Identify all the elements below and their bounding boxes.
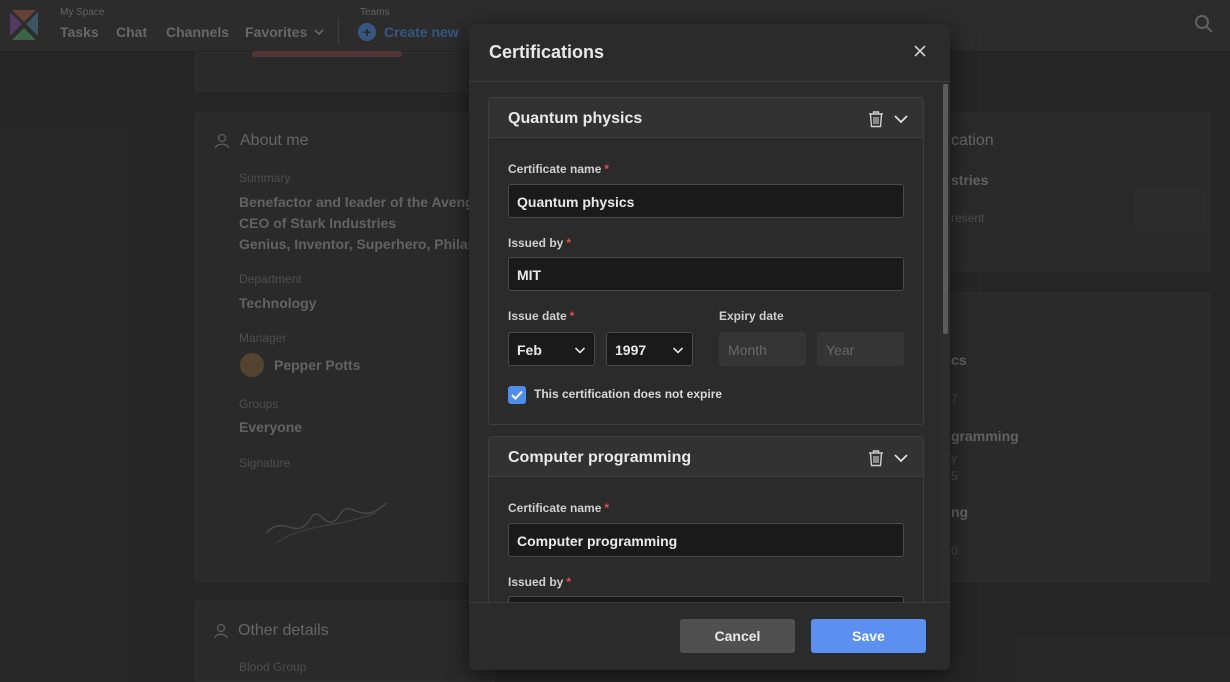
required-mark: * xyxy=(566,575,572,589)
issued-by-label: Issued by * xyxy=(508,575,571,589)
certifications-dialog: Certifications Quantum physics Certifica… xyxy=(469,24,950,670)
checkmark-icon xyxy=(511,390,523,400)
issued-by-label-text: Issued by xyxy=(508,236,564,250)
trash-icon[interactable] xyxy=(867,110,885,128)
dialog-header: Certifications xyxy=(469,24,950,82)
dialog-body[interactable]: Quantum physics Certificate name * Quantu… xyxy=(469,82,950,602)
chevron-down-icon xyxy=(672,347,684,354)
section-title: Quantum physics xyxy=(508,110,643,127)
certificate-name-label: Certificate name * xyxy=(508,501,609,515)
close-icon[interactable] xyxy=(913,44,927,58)
required-mark: * xyxy=(604,501,610,515)
no-expire-checkbox[interactable] xyxy=(508,386,526,404)
issued-by-label-text: Issued by xyxy=(508,575,564,589)
expiry-date-label: Expiry date xyxy=(719,309,784,323)
dialog-title: Certifications xyxy=(489,42,605,62)
cancel-button[interactable]: Cancel xyxy=(680,619,795,653)
scrollbar-thumb[interactable] xyxy=(943,84,948,334)
expiry-year-select: Year xyxy=(817,332,904,366)
trash-icon[interactable] xyxy=(867,449,885,467)
certification-section: Computer programming Certificate name * C… xyxy=(488,436,924,602)
no-expire-label[interactable]: This certification does not expire xyxy=(534,387,722,401)
certificate-name-label-text: Certificate name xyxy=(508,501,602,515)
issue-year-select[interactable]: 1997 xyxy=(606,332,693,366)
chevron-down-icon xyxy=(574,347,586,354)
required-mark: * xyxy=(604,162,610,176)
issue-year-value: 1997 xyxy=(615,342,647,358)
issue-month-select[interactable]: Feb xyxy=(508,332,595,366)
section-header[interactable]: Computer programming xyxy=(489,437,923,477)
required-mark: * xyxy=(566,236,572,250)
issue-month-value: Feb xyxy=(517,342,542,358)
required-mark: * xyxy=(569,309,575,323)
issue-date-label-text: Issue date xyxy=(508,309,567,323)
issued-by-label: Issued by * xyxy=(508,236,571,250)
certification-section: Quantum physics Certificate name * Quantu… xyxy=(488,97,924,425)
section-header[interactable]: Quantum physics xyxy=(489,98,923,138)
chevron-down-icon[interactable] xyxy=(893,450,909,466)
certificate-name-input[interactable]: Computer programming xyxy=(508,523,904,557)
issue-date-label: Issue date * xyxy=(508,309,574,323)
section-title: Computer programming xyxy=(508,449,692,466)
issued-by-input[interactable]: MIT xyxy=(508,257,904,291)
chevron-down-icon[interactable] xyxy=(893,111,909,127)
dialog-footer: Cancel Save xyxy=(469,602,950,670)
certificate-name-label-text: Certificate name xyxy=(508,162,602,176)
save-button[interactable]: Save xyxy=(811,619,926,653)
certificate-name-label: Certificate name * xyxy=(508,162,609,176)
certificate-name-input[interactable]: Quantum physics xyxy=(508,184,904,218)
expiry-month-select: Month xyxy=(719,332,806,366)
